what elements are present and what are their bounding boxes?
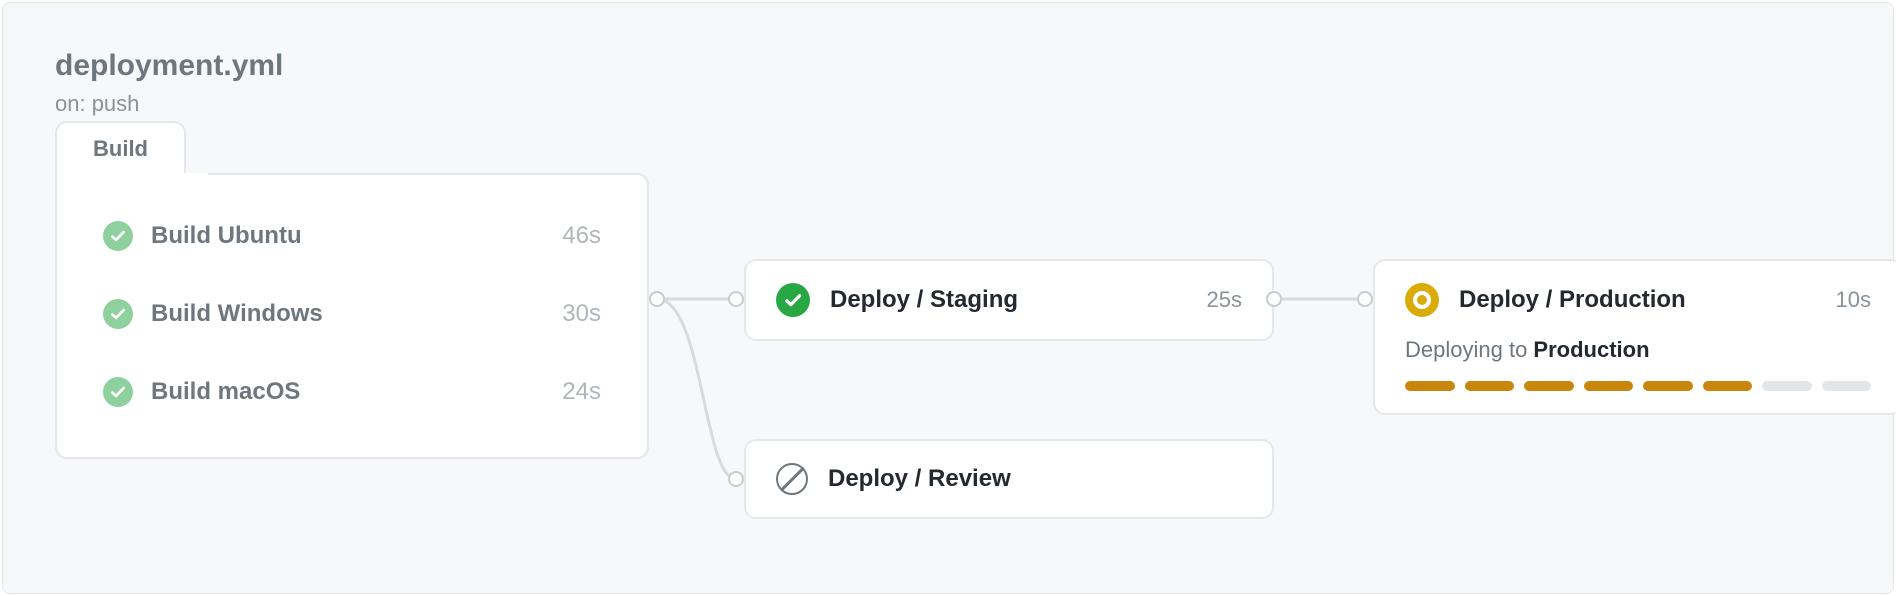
job-status-prefix: Deploying to — [1405, 337, 1533, 362]
job-duration: 25s — [1207, 287, 1242, 313]
job-card-review[interactable]: Deploy / Review — [744, 439, 1274, 519]
progress-segment — [1822, 381, 1872, 391]
job-status-message: Deploying to Production — [1405, 337, 1871, 363]
check-circle-icon — [103, 299, 133, 329]
connector-dot — [728, 291, 744, 307]
build-job-name: Build Windows — [151, 300, 562, 328]
workflow-title: deployment.yml — [55, 49, 283, 83]
build-job-windows[interactable]: Build Windows 30s — [57, 275, 647, 353]
check-circle-icon — [103, 221, 133, 251]
build-tab[interactable]: Build — [55, 121, 186, 175]
build-job-duration: 30s — [562, 300, 601, 328]
progress-segment — [1405, 381, 1455, 391]
skipped-icon — [776, 463, 808, 495]
job-name: Deploy / Review — [828, 465, 1242, 493]
build-job-name: Build Ubuntu — [151, 222, 562, 250]
progress-segment — [1703, 381, 1753, 391]
job-duration: 10s — [1836, 287, 1871, 313]
connector-dot — [728, 471, 744, 487]
connector-dot — [649, 291, 665, 307]
progress-segment — [1465, 381, 1515, 391]
progress-segment — [1524, 381, 1574, 391]
build-tab-label: Build — [93, 136, 148, 162]
check-circle-icon — [103, 377, 133, 407]
progress-bar — [1405, 381, 1871, 391]
progress-segment — [1584, 381, 1634, 391]
build-tab-seam — [57, 173, 208, 177]
check-circle-icon — [776, 283, 810, 317]
job-card-production[interactable]: Deploy / Production 10s Deploying to Pro… — [1373, 259, 1896, 415]
build-card: Build Ubuntu 46s Build Windows 30s Build… — [55, 173, 649, 459]
build-job-duration: 46s — [562, 222, 601, 250]
progress-segment — [1643, 381, 1693, 391]
job-status-target: Production — [1533, 337, 1649, 362]
progress-segment — [1762, 381, 1812, 391]
job-name: Deploy / Staging — [830, 286, 1207, 314]
connector-dot — [1357, 291, 1373, 307]
job-card-staging[interactable]: Deploy / Staging 25s — [744, 259, 1274, 341]
connector-dot — [1266, 291, 1282, 307]
in-progress-icon — [1405, 283, 1439, 317]
build-job-name: Build macOS — [151, 378, 562, 406]
workflow-trigger: on: push — [55, 91, 139, 117]
build-job-duration: 24s — [562, 378, 601, 406]
build-job-macos[interactable]: Build macOS 24s — [57, 353, 647, 431]
build-job-ubuntu[interactable]: Build Ubuntu 46s — [57, 197, 647, 275]
workflow-panel: deployment.yml on: push Build Build Ubun… — [2, 2, 1894, 594]
job-name: Deploy / Production — [1459, 286, 1836, 314]
